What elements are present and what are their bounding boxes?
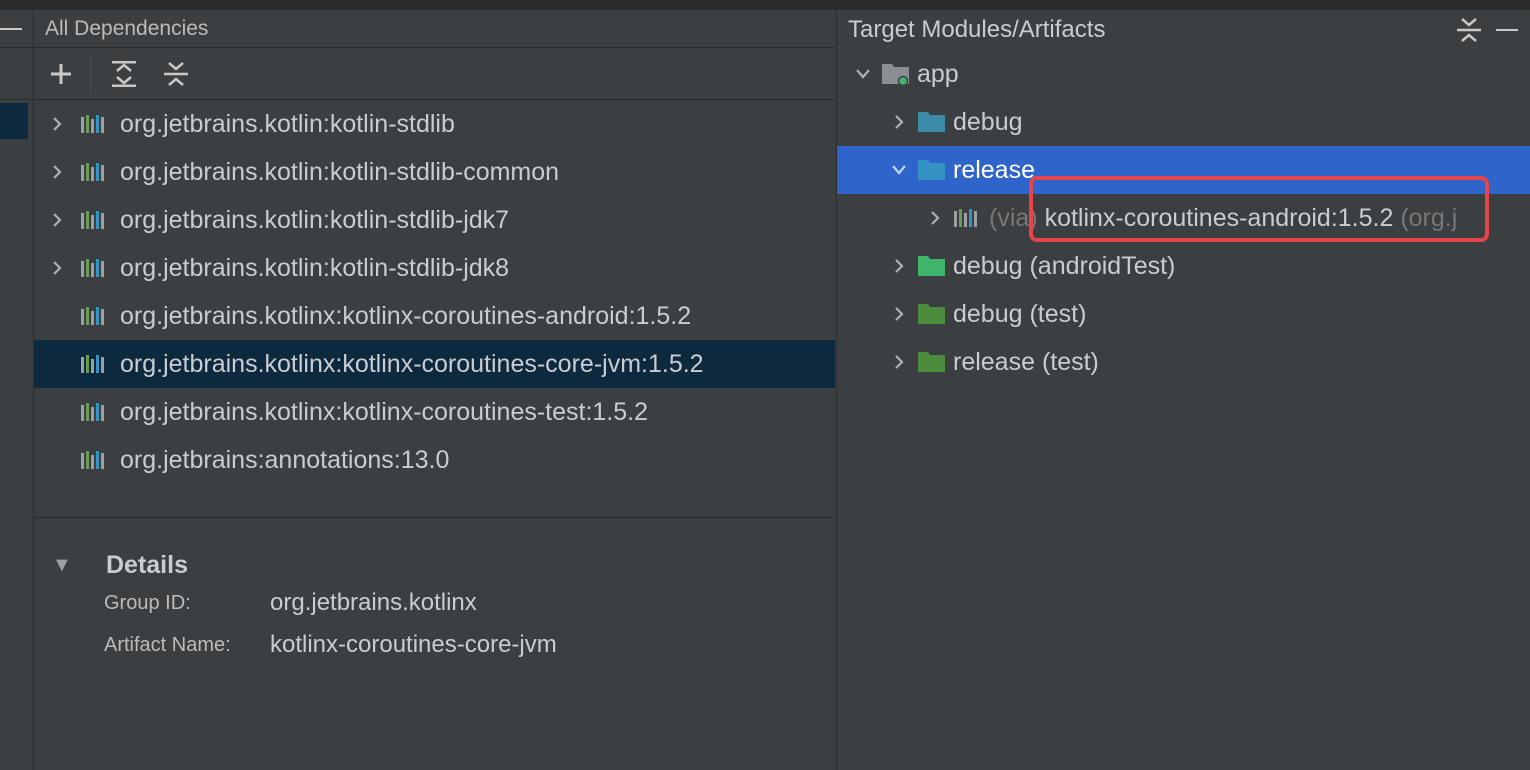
tree-item-label: release (953, 155, 1035, 184)
dependencies-list: org.jetbrains.kotlin:kotlin-stdlib org.je… (34, 100, 835, 518)
tree-item-label: app (917, 59, 959, 88)
details-title: Details (106, 550, 188, 579)
tree-item-label: debug (androidTest) (953, 251, 1176, 280)
folder-icon (917, 158, 953, 182)
test-folder-icon (917, 302, 953, 326)
minimize-icon[interactable] (0, 28, 22, 30)
via-artifact-label: kotlinx-coroutines-android:1.5.2 (1044, 203, 1394, 232)
sidebar-selected-item[interactable] (0, 103, 28, 139)
divider (0, 99, 34, 100)
dependency-row[interactable]: org.jetbrains.kotlinx:kotlinx-coroutines… (34, 388, 835, 436)
artifact-name-value: kotlinx-coroutines-core-jvm (270, 631, 557, 658)
tree-item-release[interactable]: release (837, 146, 1530, 194)
dependency-row[interactable]: org.jetbrains.kotlinx:kotlinx-coroutines… (34, 340, 835, 388)
window-top-strip (0, 0, 1530, 10)
test-folder-icon (917, 254, 953, 278)
tree-item-debug-android-test[interactable]: debug (androidTest) (837, 242, 1530, 290)
dependency-row[interactable]: org.jetbrains.kotlin:kotlin-stdlib-jdk8 (34, 244, 835, 292)
library-icon (80, 401, 120, 423)
library-icon (80, 449, 120, 471)
dependency-label: org.jetbrains.kotlin:kotlin-stdlib (120, 109, 455, 138)
divider (0, 47, 34, 48)
folder-icon (917, 110, 953, 134)
expand-collapse-icon[interactable] (1454, 15, 1484, 45)
chevron-right-icon[interactable] (881, 306, 917, 322)
chevron-down-icon[interactable] (845, 68, 881, 80)
collapse-triangle-icon[interactable]: ▼ (34, 554, 106, 577)
dependency-row[interactable]: org.jetbrains.kotlin:kotlin-stdlib-commo… (34, 148, 835, 196)
test-folder-icon (917, 350, 953, 374)
toolbar-separator (90, 54, 91, 93)
library-icon (80, 113, 120, 135)
minimize-icon[interactable] (1492, 15, 1522, 45)
dependency-row[interactable]: org.jetbrains:annotations:13.0 (34, 436, 835, 484)
detail-artifact-name: Artifact Name: kotlinx-coroutines-core-j… (34, 624, 835, 666)
library-icon (80, 209, 120, 231)
chevron-right-icon[interactable] (34, 260, 80, 276)
library-icon (953, 207, 989, 229)
dependencies-toolbar (34, 48, 835, 100)
artifact-name-label: Artifact Name: (104, 633, 231, 656)
dependency-label: org.jetbrains:annotations:13.0 (120, 445, 450, 474)
target-modules-panel: Target Modules/Artifacts app debug relea… (836, 10, 1530, 770)
all-dependencies-panel: All Dependencies org.jetbrains.kotlin:ko… (34, 10, 835, 770)
detail-group-id: Group ID: org.jetbrains.kotlinx (34, 582, 835, 624)
dependency-row[interactable]: org.jetbrains.kotlin:kotlin-stdlib-jdk7 (34, 196, 835, 244)
tree-item-label: debug (953, 107, 1023, 136)
expand-all-icon[interactable] (109, 59, 139, 89)
chevron-right-icon[interactable] (917, 210, 953, 226)
panel-title: All Dependencies (34, 10, 835, 48)
via-prefix: (via) (989, 203, 1038, 232)
targets-tree: app debug release (via) kotlinx-coroutin… (837, 50, 1530, 386)
library-icon (80, 353, 120, 375)
tree-item-app[interactable]: app (837, 50, 1530, 98)
module-folder-icon (881, 61, 917, 87)
tree-item-debug-test[interactable]: debug (test) (837, 290, 1530, 338)
chevron-down-icon[interactable] (881, 164, 917, 176)
chevron-right-icon[interactable] (881, 354, 917, 370)
chevron-right-icon[interactable] (34, 212, 80, 228)
tree-item-label: release (test) (953, 347, 1099, 376)
details-section: ▼ Details Group ID: org.jetbrains.kotlin… (34, 518, 835, 666)
panel-header: Target Modules/Artifacts (837, 10, 1530, 50)
dependency-label: org.jetbrains.kotlinx:kotlinx-coroutines… (120, 349, 704, 378)
tree-item-debug[interactable]: debug (837, 98, 1530, 146)
tree-item-release-test[interactable]: release (test) (837, 338, 1530, 386)
dependency-label: org.jetbrains.kotlin:kotlin-stdlib-jdk7 (120, 205, 510, 234)
dependency-label: org.jetbrains.kotlin:kotlin-stdlib-commo… (120, 157, 560, 186)
dependency-row[interactable]: org.jetbrains.kotlin:kotlin-stdlib (34, 100, 835, 148)
chevron-right-icon[interactable] (34, 164, 80, 180)
dependency-label: org.jetbrains.kotlinx:kotlinx-coroutines… (120, 397, 649, 426)
library-icon (80, 257, 120, 279)
panel-title: Target Modules/Artifacts (848, 16, 1106, 43)
dependency-row[interactable]: org.jetbrains.kotlinx:kotlinx-coroutines… (34, 292, 835, 340)
chevron-right-icon[interactable] (34, 116, 80, 132)
dependency-label: org.jetbrains.kotlinx:kotlinx-coroutines… (120, 301, 692, 330)
via-suffix: (org.j (1400, 203, 1458, 232)
group-id-label: Group ID: (104, 591, 191, 614)
library-icon (80, 161, 120, 183)
chevron-right-icon[interactable] (881, 114, 917, 130)
chevron-right-icon[interactable] (881, 258, 917, 274)
plus-icon[interactable] (46, 59, 76, 89)
tree-item-label: debug (test) (953, 299, 1087, 328)
group-id-value: org.jetbrains.kotlinx (270, 589, 477, 616)
dependency-label: org.jetbrains.kotlin:kotlin-stdlib-jdk8 (120, 253, 510, 282)
library-icon (80, 305, 120, 327)
left-gutter (0, 10, 34, 770)
collapse-all-icon[interactable] (161, 59, 191, 89)
tree-item-via-artifact[interactable]: (via) kotlinx-coroutines-android:1.5.2 (… (837, 194, 1530, 242)
